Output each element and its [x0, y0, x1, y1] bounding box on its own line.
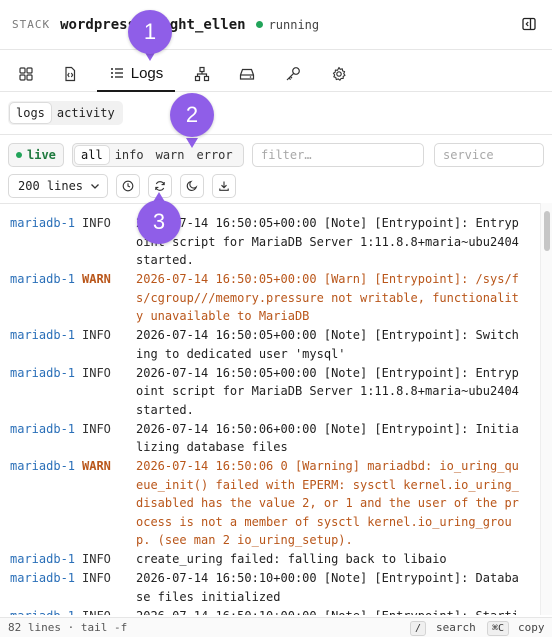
line-count-select[interactable]: 200 lines [8, 174, 108, 198]
log-row[interactable]: mariadb-1 INFO 2026-07-14 16:50:10+00:00 [… [0, 569, 540, 606]
gear-icon [332, 66, 346, 81]
log-message: 2026-07-14 16:50:05+00:00 [Note] [Entryp… [136, 365, 527, 417]
network-icon [194, 66, 210, 82]
log-message: 2026-07-14 16:50:05+00:00 [Note] [Entryp… [136, 328, 519, 361]
log-level: INFO [82, 421, 111, 436]
search-shortcut-label[interactable]: search [436, 621, 476, 634]
log-level: INFO [82, 571, 111, 585]
log-service[interactable]: mariadb-1 [0, 550, 75, 569]
log-service[interactable]: mariadb-1 [0, 420, 75, 457]
log-level: INFO [82, 328, 111, 342]
log-level: WARN [82, 272, 111, 286]
log-scrollbar[interactable] [540, 203, 552, 615]
live-toggle[interactable]: live [8, 143, 64, 167]
log-message: 2026-07-14 16:50:05+00:00 [Note] [Entryp… [136, 216, 527, 267]
log-row[interactable]: mariadb-1 WARN 2026-07-14 16:50:05+00:00 [… [0, 270, 540, 326]
log-row[interactable]: mariadb-1 INFO 2026-07-14 16:50:06+00:00 [… [0, 420, 540, 457]
tab-overview[interactable] [8, 56, 44, 92]
log-service[interactable]: mariadb-1 [0, 270, 75, 326]
level-error[interactable]: error [191, 146, 239, 164]
level-warn[interactable]: warn [150, 146, 191, 164]
subtab-logs[interactable]: logs [10, 103, 51, 123]
log-list: mariadb-1 INFO 2026-07-14 16:50:05+00:00 [… [0, 203, 540, 615]
search-shortcut-key: / [410, 621, 427, 636]
key-icon [286, 67, 300, 81]
level-info[interactable]: info [109, 146, 150, 164]
status-bar: 82 lines · tail -f / search ⌘C copy [0, 617, 552, 637]
tab-logs-label: Logs [130, 64, 164, 82]
stack-header: STACK wordpress_bright_ellen running [0, 0, 552, 50]
refresh-icon [155, 181, 165, 191]
log-level: WARN [82, 459, 111, 473]
log-service[interactable]: mariadb-1 [0, 214, 75, 270]
theme-button[interactable] [180, 174, 204, 198]
annotation-badge-2: 2 [170, 93, 214, 137]
line-count-status: 82 lines · tail -f [8, 621, 128, 634]
log-message: 2026-07-14 16:50:10+00:00 [Note] [Entryp… [136, 571, 519, 604]
sidebar-toggle-icon[interactable] [522, 17, 536, 31]
running-status-dot [255, 21, 263, 28]
log-message: 2026-07-14 16:50:05+00:00 [Warn] [Entryp… [136, 272, 519, 323]
log-message: 2026-07-14 16:50:06 0 [Warning] mariadbd… [136, 459, 519, 547]
log-message: 2026-07-14 16:50:06+00:00 [Note] [Entryp… [136, 421, 519, 455]
clock-icon [122, 180, 134, 192]
log-row[interactable]: mariadb-1 INFO 2026-07-14 16:50:05+00:00 [… [0, 326, 540, 363]
service-input[interactable] [434, 143, 544, 167]
log-service[interactable]: mariadb-1 [0, 569, 75, 606]
download-button[interactable] [212, 174, 236, 198]
log-service[interactable]: mariadb-1 [0, 326, 75, 363]
grid-icon [19, 67, 33, 81]
file-code-icon [65, 66, 76, 82]
scroll-thumb[interactable] [544, 211, 550, 251]
tab-network[interactable] [184, 56, 220, 92]
log-toolbar: 200 lines [0, 172, 552, 202]
tab-settings[interactable] [321, 56, 357, 92]
log-service[interactable]: mariadb-1 [0, 364, 75, 420]
level-filter: all info warn error [72, 143, 244, 167]
annotation-badge-3: 3 [137, 200, 181, 244]
timestamps-button[interactable] [116, 174, 140, 198]
live-dot [16, 152, 22, 158]
subtab-activity[interactable]: activity [51, 103, 121, 123]
tab-compose[interactable] [52, 56, 88, 92]
line-count-value: 200 lines [18, 179, 84, 193]
log-row[interactable]: mariadb-1 INFO create_uring failed: fallin… [0, 550, 540, 569]
log-row[interactable]: mariadb-1 INFO 2026-07-14 16:50:05+00:00 [… [0, 364, 540, 420]
log-view-switch: logs activity [8, 101, 123, 125]
log-row[interactable]: mariadb-1 INFO 2026-07-14 16:50:05+00:00 [… [0, 214, 540, 270]
log-message: create_uring failed: falling back to lib… [136, 552, 447, 566]
log-row[interactable]: mariadb-1INFO2026-07-14 16:50:10+00:00 [… [0, 607, 540, 616]
log-service[interactable]: mariadb-1 [0, 457, 75, 550]
copy-shortcut-label[interactable]: copy [518, 621, 545, 634]
moon-icon [186, 180, 198, 191]
log-level: INFO [82, 552, 111, 566]
badge-pointer [186, 138, 198, 148]
drive-icon [239, 68, 255, 80]
log-message: 2026-07-14 16:50:10+00:00 [Note] [Entryp… [126, 607, 526, 616]
tab-secrets[interactable] [275, 56, 311, 92]
chevron-down-icon [91, 184, 99, 189]
log-level: INFO [72, 607, 126, 616]
annotation-badge-1: 1 [128, 10, 172, 54]
tab-logs[interactable]: Logs [97, 56, 175, 92]
level-all[interactable]: all [75, 146, 109, 164]
copy-shortcut-key: ⌘C [487, 621, 510, 636]
download-icon [219, 181, 229, 191]
filter-input[interactable] [252, 143, 424, 167]
list-icon [110, 68, 123, 78]
tab-volumes[interactable] [229, 56, 265, 92]
log-level: INFO [82, 365, 111, 380]
filter-bar: live all info warn error [0, 134, 552, 174]
log-service[interactable]: mariadb-1 [0, 607, 75, 616]
stack-tabs: Logs [0, 56, 552, 92]
live-label: live [27, 148, 56, 162]
stack-status: running [268, 17, 320, 32]
stack-tag: STACK [12, 18, 51, 31]
log-level: INFO [82, 216, 111, 230]
log-row[interactable]: mariadb-1 WARN 2026-07-14 16:50:06 0 [Warn… [0, 457, 540, 550]
